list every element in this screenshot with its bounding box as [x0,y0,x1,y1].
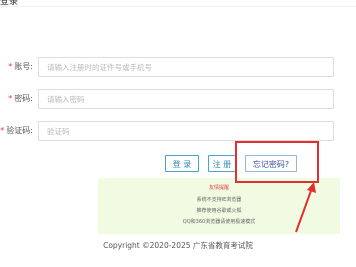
captcha-label-text: 验证码: [6,126,33,135]
tips-title: 友情提醒 [208,185,229,191]
password-label-text: 密码: [14,94,33,103]
register-button[interactable]: 注 册 [208,155,236,172]
login-button[interactable]: 登 录 [165,155,199,172]
account-label: * 账号: [8,61,33,72]
tips-line: 系统不支持IE浏览器 [196,197,242,203]
required-mark: * [0,126,5,135]
tips-panel: 友情提醒 系统不支持IE浏览器 推荐使用谷歌或火狐 QQ和360浏览器请使用极速… [98,178,340,234]
password-input[interactable]: 请输入密码 [38,89,334,109]
account-label-text: 账号: [14,62,33,71]
required-mark: * [8,62,13,71]
captcha-label: * 验证码: [0,125,33,136]
account-input[interactable]: 请输入注册时的证件号或手机号 [38,57,334,77]
tips-line: QQ和360浏览器请使用极速模式 [182,219,256,225]
password-row: * 密码: 请输入密码 [0,89,356,111]
top-bar: 登录 [0,0,356,7]
tips-line: 推荐使用谷歌或火狐 [196,208,242,214]
annotation-highlight-box [235,141,319,183]
captcha-row: * 验证码: 验证码 [0,121,356,143]
page-header-title: 登录 [0,0,19,7]
password-label: * 密码: [8,93,33,104]
footer-copyright: Copyright ©2020-2025 广东省教育考试院 [103,241,253,250]
account-row: * 账号: 请输入注册时的证件号或手机号 [0,57,356,79]
captcha-input[interactable]: 验证码 [38,121,334,141]
required-mark: * [8,94,13,103]
